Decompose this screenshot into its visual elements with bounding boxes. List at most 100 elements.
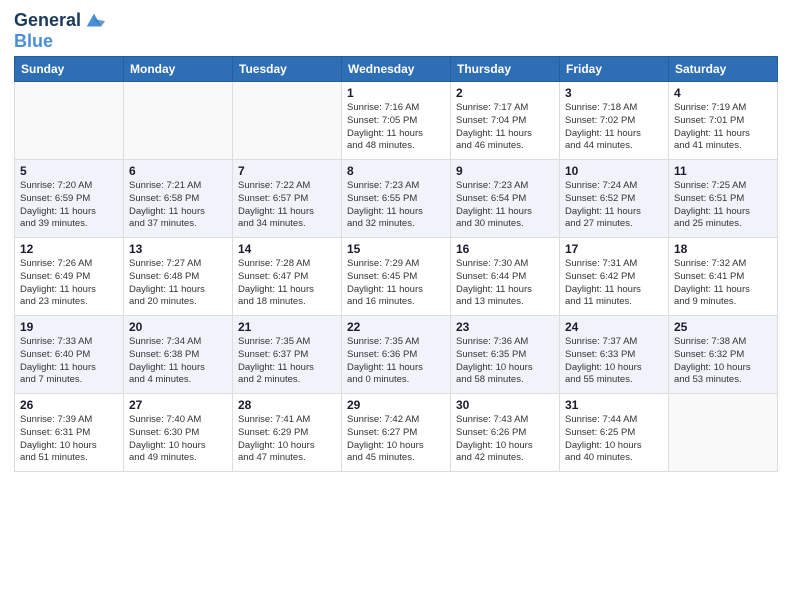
day-info: Sunrise: 7:22 AM Sunset: 6:57 PM Dayligh…	[238, 180, 336, 231]
day-number: 27	[129, 398, 227, 412]
logo-icon	[83, 10, 105, 32]
weekday-header: Wednesday	[342, 57, 451, 82]
calendar-cell: 27 Sunrise: 7:40 AM Sunset: 6:30 PM Dayli…	[124, 394, 233, 472]
calendar-cell: 25 Sunrise: 7:38 AM Sunset: 6:32 PM Dayli…	[669, 316, 778, 394]
day-number: 16	[456, 242, 554, 256]
day-number: 4	[674, 86, 772, 100]
calendar-cell: 16Sunrise: 7:30 AM Sunset: 6:44 PM Dayli…	[451, 238, 560, 316]
day-number: 12	[20, 242, 118, 256]
day-number: 13	[129, 242, 227, 256]
calendar-row: 26 Sunrise: 7:39 AM Sunset: 6:31 PM Dayli…	[15, 394, 778, 472]
day-info: Sunrise: 7:35 AM Sunset: 6:37 PM Dayligh…	[238, 336, 336, 387]
weekday-header: Thursday	[451, 57, 560, 82]
day-number: 31	[565, 398, 663, 412]
calendar-row: 12 Sunrise: 7:26 AM Sunset: 6:49 PM Dayli…	[15, 238, 778, 316]
calendar-body: 1 Sunrise: 7:16 AM Sunset: 7:05 PM Daylig…	[15, 82, 778, 472]
calendar-table: SundayMondayTuesdayWednesdayThursdayFrid…	[14, 56, 778, 472]
calendar-cell: 6 Sunrise: 7:21 AM Sunset: 6:58 PM Daylig…	[124, 160, 233, 238]
calendar-cell: 7 Sunrise: 7:22 AM Sunset: 6:57 PM Daylig…	[233, 160, 342, 238]
calendar-row: 1 Sunrise: 7:16 AM Sunset: 7:05 PM Daylig…	[15, 82, 778, 160]
calendar-cell: 30 Sunrise: 7:43 AM Sunset: 6:26 PM Dayli…	[451, 394, 560, 472]
calendar-cell: 31 Sunrise: 7:44 AM Sunset: 6:25 PM Dayli…	[560, 394, 669, 472]
calendar-cell: 11 Sunrise: 7:25 AM Sunset: 6:51 PM Dayli…	[669, 160, 778, 238]
day-info: Sunrise: 7:32 AM Sunset: 6:41 PM Dayligh…	[674, 258, 772, 309]
day-number: 10	[565, 164, 663, 178]
day-info: Sunrise: 7:42 AM Sunset: 6:27 PM Dayligh…	[347, 414, 445, 465]
day-number: 8	[347, 164, 445, 178]
day-number: 14	[238, 242, 336, 256]
day-number: 25	[674, 320, 772, 334]
day-number: 22	[347, 320, 445, 334]
weekday-header: Tuesday	[233, 57, 342, 82]
day-info: Sunrise: 7:28 AM Sunset: 6:47 PM Dayligh…	[238, 258, 336, 309]
day-number: 21	[238, 320, 336, 334]
day-info: Sunrise: 7:33 AM Sunset: 6:40 PM Dayligh…	[20, 336, 118, 387]
day-number: 29	[347, 398, 445, 412]
calendar-row: 5 Sunrise: 7:20 AM Sunset: 6:59 PM Daylig…	[15, 160, 778, 238]
day-info: Sunrise: 7:24 AM Sunset: 6:52 PM Dayligh…	[565, 180, 663, 231]
day-info: Sunrise: 7:41 AM Sunset: 6:29 PM Dayligh…	[238, 414, 336, 465]
day-info: Sunrise: 7:23 AM Sunset: 6:55 PM Dayligh…	[347, 180, 445, 231]
logo-text: General	[14, 11, 81, 31]
logo-blue: Blue	[14, 32, 105, 50]
calendar-cell: 22Sunrise: 7:35 AM Sunset: 6:36 PM Dayli…	[342, 316, 451, 394]
day-info: Sunrise: 7:21 AM Sunset: 6:58 PM Dayligh…	[129, 180, 227, 231]
calendar-cell: 24Sunrise: 7:37 AM Sunset: 6:33 PM Dayli…	[560, 316, 669, 394]
day-number: 9	[456, 164, 554, 178]
day-number: 3	[565, 86, 663, 100]
day-number: 5	[20, 164, 118, 178]
calendar-cell	[669, 394, 778, 472]
day-number: 23	[456, 320, 554, 334]
day-info: Sunrise: 7:27 AM Sunset: 6:48 PM Dayligh…	[129, 258, 227, 309]
day-info: Sunrise: 7:31 AM Sunset: 6:42 PM Dayligh…	[565, 258, 663, 309]
day-number: 30	[456, 398, 554, 412]
day-number: 26	[20, 398, 118, 412]
day-info: Sunrise: 7:44 AM Sunset: 6:25 PM Dayligh…	[565, 414, 663, 465]
day-number: 2	[456, 86, 554, 100]
calendar-cell: 20Sunrise: 7:34 AM Sunset: 6:38 PM Dayli…	[124, 316, 233, 394]
weekday-header: Saturday	[669, 57, 778, 82]
calendar-cell	[124, 82, 233, 160]
calendar-cell: 13 Sunrise: 7:27 AM Sunset: 6:48 PM Dayli…	[124, 238, 233, 316]
day-info: Sunrise: 7:26 AM Sunset: 6:49 PM Dayligh…	[20, 258, 118, 309]
day-info: Sunrise: 7:20 AM Sunset: 6:59 PM Dayligh…	[20, 180, 118, 231]
calendar-cell	[233, 82, 342, 160]
calendar-row: 19 Sunrise: 7:33 AM Sunset: 6:40 PM Dayli…	[15, 316, 778, 394]
day-number: 24	[565, 320, 663, 334]
day-info: Sunrise: 7:43 AM Sunset: 6:26 PM Dayligh…	[456, 414, 554, 465]
calendar-cell: 14 Sunrise: 7:28 AM Sunset: 6:47 PM Dayli…	[233, 238, 342, 316]
day-info: Sunrise: 7:36 AM Sunset: 6:35 PM Dayligh…	[456, 336, 554, 387]
page-header: General Blue	[14, 10, 778, 50]
day-number: 1	[347, 86, 445, 100]
day-number: 15	[347, 242, 445, 256]
weekday-header: Friday	[560, 57, 669, 82]
calendar-cell: 15Sunrise: 7:29 AM Sunset: 6:45 PM Dayli…	[342, 238, 451, 316]
day-info: Sunrise: 7:23 AM Sunset: 6:54 PM Dayligh…	[456, 180, 554, 231]
day-number: 7	[238, 164, 336, 178]
day-info: Sunrise: 7:16 AM Sunset: 7:05 PM Dayligh…	[347, 102, 445, 153]
day-info: Sunrise: 7:25 AM Sunset: 6:51 PM Dayligh…	[674, 180, 772, 231]
day-info: Sunrise: 7:39 AM Sunset: 6:31 PM Dayligh…	[20, 414, 118, 465]
day-info: Sunrise: 7:40 AM Sunset: 6:30 PM Dayligh…	[129, 414, 227, 465]
calendar-header-row: SundayMondayTuesdayWednesdayThursdayFrid…	[15, 57, 778, 82]
calendar-cell: 5 Sunrise: 7:20 AM Sunset: 6:59 PM Daylig…	[15, 160, 124, 238]
day-number: 17	[565, 242, 663, 256]
day-info: Sunrise: 7:18 AM Sunset: 7:02 PM Dayligh…	[565, 102, 663, 153]
calendar-cell: 28Sunrise: 7:41 AM Sunset: 6:29 PM Dayli…	[233, 394, 342, 472]
calendar-cell: 12 Sunrise: 7:26 AM Sunset: 6:49 PM Dayli…	[15, 238, 124, 316]
day-info: Sunrise: 7:38 AM Sunset: 6:32 PM Dayligh…	[674, 336, 772, 387]
calendar-cell: 29 Sunrise: 7:42 AM Sunset: 6:27 PM Dayli…	[342, 394, 451, 472]
calendar-cell: 19 Sunrise: 7:33 AM Sunset: 6:40 PM Dayli…	[15, 316, 124, 394]
day-number: 18	[674, 242, 772, 256]
calendar-cell: 26 Sunrise: 7:39 AM Sunset: 6:31 PM Dayli…	[15, 394, 124, 472]
day-info: Sunrise: 7:19 AM Sunset: 7:01 PM Dayligh…	[674, 102, 772, 153]
weekday-header: Monday	[124, 57, 233, 82]
day-number: 6	[129, 164, 227, 178]
calendar-cell: 18 Sunrise: 7:32 AM Sunset: 6:41 PM Dayli…	[669, 238, 778, 316]
calendar-cell: 4 Sunrise: 7:19 AM Sunset: 7:01 PM Daylig…	[669, 82, 778, 160]
day-number: 19	[20, 320, 118, 334]
calendar-cell: 10 Sunrise: 7:24 AM Sunset: 6:52 PM Dayli…	[560, 160, 669, 238]
calendar-cell: 3 Sunrise: 7:18 AM Sunset: 7:02 PM Daylig…	[560, 82, 669, 160]
weekday-header: Sunday	[15, 57, 124, 82]
day-number: 11	[674, 164, 772, 178]
